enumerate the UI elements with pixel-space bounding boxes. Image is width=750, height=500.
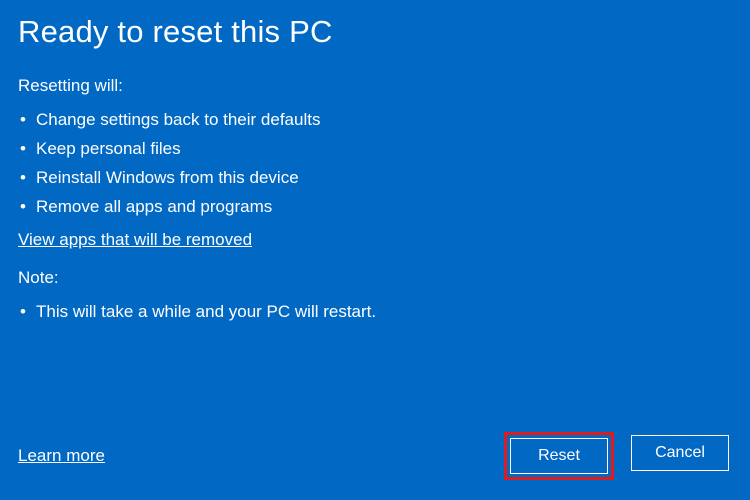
resetting-heading: Resetting will: bbox=[18, 76, 732, 96]
page-title: Ready to reset this PC bbox=[18, 14, 732, 50]
button-row: Reset Cancel bbox=[504, 432, 732, 480]
resetting-list: Change settings back to their defaults K… bbox=[18, 106, 732, 222]
reset-button[interactable]: Reset bbox=[510, 438, 608, 474]
footer: Learn more Reset Cancel bbox=[18, 432, 732, 480]
list-item: Reinstall Windows from this device bbox=[18, 164, 732, 193]
note-heading: Note: bbox=[18, 268, 732, 288]
view-apps-link[interactable]: View apps that will be removed bbox=[18, 230, 252, 250]
resetting-section: Resetting will: Change settings back to … bbox=[18, 76, 732, 250]
list-item: This will take a while and your PC will … bbox=[18, 298, 732, 327]
list-item: Change settings back to their defaults bbox=[18, 106, 732, 135]
list-item: Remove all apps and programs bbox=[18, 193, 732, 222]
note-section: Note: This will take a while and your PC… bbox=[18, 268, 732, 327]
cancel-button[interactable]: Cancel bbox=[631, 435, 729, 471]
reset-button-highlight: Reset bbox=[504, 432, 614, 480]
note-list: This will take a while and your PC will … bbox=[18, 298, 732, 327]
list-item: Keep personal files bbox=[18, 135, 732, 164]
learn-more-link[interactable]: Learn more bbox=[18, 446, 105, 466]
cancel-button-wrap: Cancel bbox=[628, 432, 732, 480]
